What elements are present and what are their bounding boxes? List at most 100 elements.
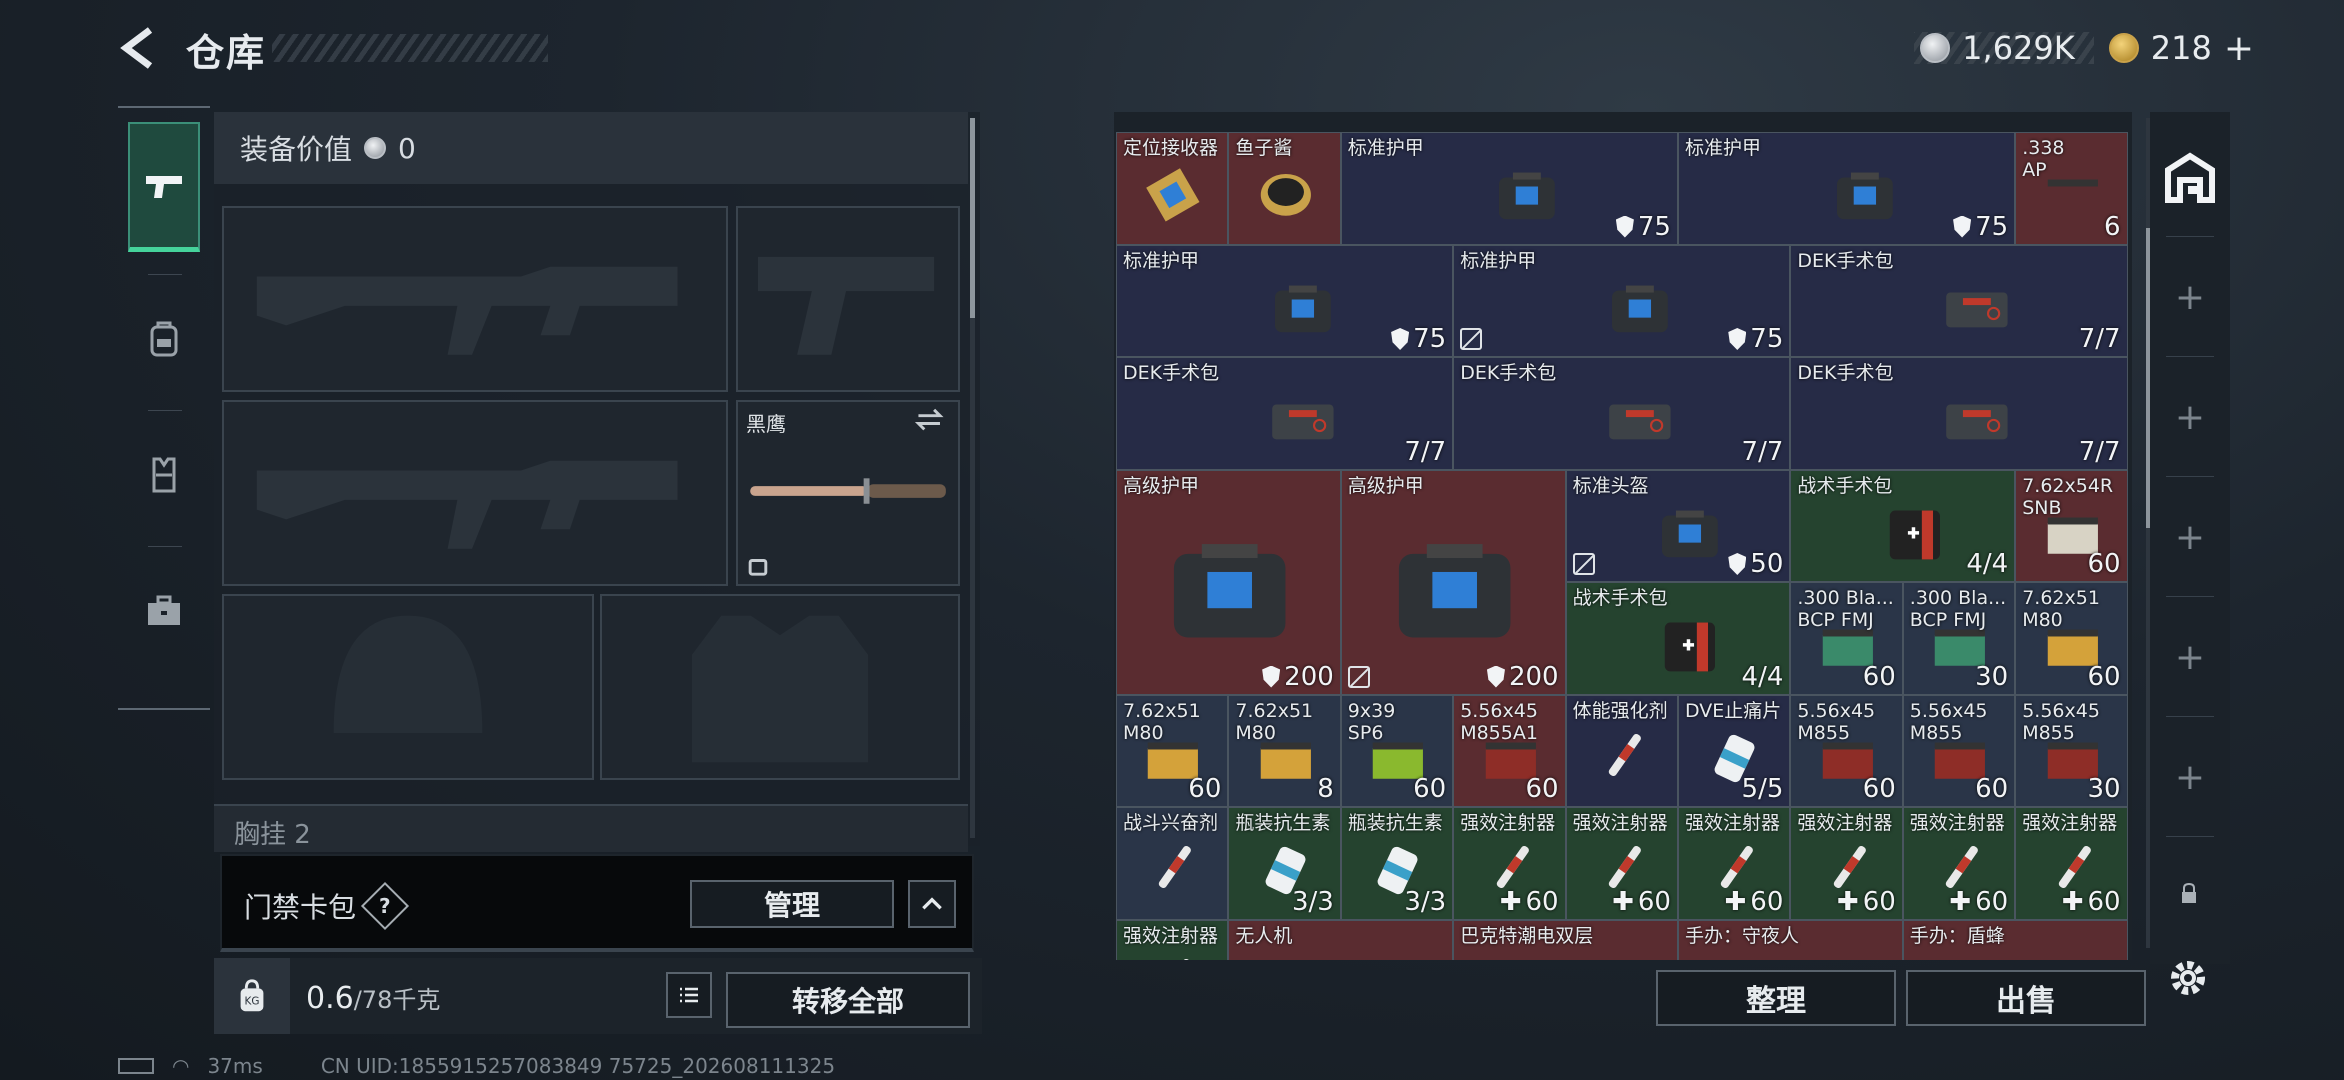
list-icon bbox=[680, 987, 698, 1003]
inventory-item[interactable]: 7.62x51 M80 60 bbox=[2015, 582, 2128, 695]
item-count-value: 75 bbox=[1975, 211, 2009, 242]
inventory-item[interactable]: 5.56x45 M855 60 bbox=[1790, 694, 1903, 807]
inventory-item[interactable]: 强效注射器 ✚ 60 bbox=[2015, 807, 2128, 920]
primary-weapon-slot-1[interactable] bbox=[222, 206, 728, 392]
inventory-item[interactable]: 9x39 SP6 60 bbox=[1340, 694, 1454, 807]
inventory-item[interactable]: 瓶装抗生素 3/3 bbox=[1228, 807, 1341, 920]
injector-icon bbox=[1159, 846, 1192, 889]
inventory-item[interactable]: 标准头盔 50 bbox=[1565, 469, 1791, 582]
inventory-item[interactable]: 5.56x45 M855 30 bbox=[2015, 694, 2128, 807]
back-arrow-icon[interactable] bbox=[118, 26, 162, 70]
inventory-item[interactable]: 7.62x54R SNB 60 bbox=[2015, 469, 2128, 582]
inventory-item[interactable]: .300 Bla... BCP FMJ 60 bbox=[1790, 582, 1903, 695]
inventory-item[interactable]: .338 AP 6 bbox=[2015, 132, 2128, 245]
item-name: DEK手术包 bbox=[1460, 362, 1557, 384]
durability-shield-icon bbox=[1615, 215, 1634, 238]
equipment-scrollbar[interactable] bbox=[970, 118, 975, 838]
item-count: ✚ 60 bbox=[1837, 887, 1896, 917]
armor-slot[interactable] bbox=[600, 594, 960, 780]
inventory-item[interactable]: 7.62x51 M80 8 bbox=[1228, 694, 1341, 807]
manage-button[interactable]: 管理 bbox=[690, 880, 894, 928]
health-plus-icon: ✚ bbox=[1949, 886, 1972, 917]
inventory-item[interactable]: 7.62x51 M80 60 bbox=[1116, 694, 1229, 807]
inventory-item[interactable]: 强效注射器 ✚ 60 bbox=[1565, 807, 1678, 920]
item-count-value: 60 bbox=[1862, 661, 1896, 692]
add-page-icon[interactable]: + bbox=[2172, 520, 2208, 556]
add-page-icon[interactable]: + bbox=[2172, 640, 2208, 676]
inventory-item[interactable]: 标准护甲 75 bbox=[1116, 244, 1454, 357]
inventory-item[interactable]: 标准护甲 75 bbox=[1453, 244, 1791, 357]
inventory-item[interactable]: 强效注射器 ✚ 60 bbox=[1790, 807, 1903, 920]
inventory-item[interactable]: 巴克特潮电双层 bbox=[1453, 919, 1678, 960]
user-uid: CN UID:1855915257083849 75725_2026081113… bbox=[320, 1054, 836, 1078]
inventory-item[interactable]: 5.56x45 M855 60 bbox=[1902, 694, 2016, 807]
inventory-item[interactable]: 战斗兴奋剂 bbox=[1116, 807, 1229, 920]
pistol-slot[interactable] bbox=[736, 206, 960, 392]
inventory-item[interactable]: 强效注射器 ✚ 60 bbox=[1902, 807, 2016, 920]
inventory-item[interactable]: DEK手术包 7/7 bbox=[1790, 244, 2128, 357]
tab-chest-rig[interactable] bbox=[128, 410, 200, 540]
inventory-item[interactable]: 战术手术包 4/4 bbox=[1565, 582, 1791, 695]
chest-rig-count: 2 bbox=[294, 820, 311, 850]
storage-pages-sidebar: + + + + + bbox=[2150, 112, 2230, 964]
tab-backpack[interactable] bbox=[128, 274, 200, 404]
melee-slot[interactable]: 黑鹰 bbox=[736, 400, 960, 586]
divider bbox=[2166, 716, 2214, 717]
chest-rig-slot[interactable]: 胸挂 2 bbox=[214, 804, 968, 852]
add-page-icon[interactable]: + bbox=[2172, 280, 2208, 316]
inventory-item[interactable]: 5.56x45 M855A1 60 bbox=[1453, 694, 1566, 807]
inventory-item[interactable]: 体能强化剂 bbox=[1565, 694, 1678, 807]
add-page-icon[interactable]: + bbox=[2172, 400, 2208, 436]
inventory-item[interactable]: 标准护甲 75 bbox=[1678, 132, 2016, 245]
collapse-button[interactable] bbox=[908, 880, 956, 928]
add-page-icon[interactable]: + bbox=[2172, 760, 2208, 796]
inventory-item[interactable]: 标准护甲 75 bbox=[1340, 132, 1678, 245]
item-name: 9x39 SP6 bbox=[1347, 699, 1396, 744]
add-gold-button[interactable]: + bbox=[2224, 28, 2254, 69]
item-count: 8 bbox=[1317, 774, 1334, 804]
inventory-item[interactable]: 无人机 bbox=[1228, 919, 1454, 960]
health-plus-icon: ✚ bbox=[1836, 886, 1859, 917]
inventory-item[interactable]: 定位接收器 bbox=[1116, 132, 1229, 245]
tab-case[interactable] bbox=[128, 546, 200, 676]
inventory-item[interactable]: 强效注射器 bbox=[1116, 919, 1229, 960]
item-count-value: 60 bbox=[1750, 886, 1784, 917]
inventory-item[interactable]: DEK手术包 7/7 bbox=[1453, 357, 1791, 470]
help-icon[interactable]: ? bbox=[360, 881, 410, 931]
inventory-item[interactable]: 瓶装抗生素 3/3 bbox=[1340, 807, 1454, 920]
primary-weapon-slot-2[interactable] bbox=[222, 400, 728, 586]
item-count-value: 3/3 bbox=[1404, 886, 1447, 917]
inventory-item[interactable]: DEK手术包 7/7 bbox=[1790, 357, 2128, 470]
inventory-item[interactable]: 强效注射器 ✚ 60 bbox=[1453, 807, 1566, 920]
inventory-item[interactable]: DVE止痛片 5/5 bbox=[1678, 694, 1791, 807]
item-count-value: 30 bbox=[2087, 774, 2121, 804]
transfer-all-button[interactable]: 转移全部 bbox=[726, 972, 970, 1028]
item-name: 战术手术包 bbox=[1797, 474, 1893, 497]
inventory-item[interactable]: 强效注射器 ✚ 60 bbox=[1678, 807, 1791, 920]
armor-bag-icon bbox=[1173, 544, 1286, 638]
item-count: ✚ 60 bbox=[1725, 887, 1784, 917]
medkit-icon bbox=[1946, 404, 2008, 440]
sort-button[interactable]: 整理 bbox=[1656, 970, 1896, 1026]
item-count-value: 7/7 bbox=[1404, 436, 1447, 467]
list-view-button[interactable] bbox=[666, 972, 712, 1018]
inventory-item[interactable]: 手办：盾蜂 bbox=[1902, 919, 2128, 960]
inventory-item[interactable]: 高级护甲 200 bbox=[1116, 469, 1341, 695]
weight-bar: KG 0.6/78千克 转移全部 bbox=[214, 958, 982, 1034]
sell-button[interactable]: 出售 bbox=[1906, 970, 2146, 1026]
settings-gear-icon[interactable] bbox=[2166, 956, 2210, 1000]
item-count-value: 60 bbox=[1862, 886, 1896, 917]
item-name: 战术手术包 bbox=[1572, 587, 1668, 609]
inventory-item[interactable]: 战术手术包 4/4 bbox=[1790, 469, 2016, 582]
inventory-item[interactable]: 鱼子酱 bbox=[1228, 132, 1341, 245]
inventory-item[interactable]: .300 Bla... BCP FMJ 30 bbox=[1902, 582, 2016, 695]
keycard-label-group: 门禁卡包 ? bbox=[244, 881, 410, 931]
item-name: 强效注射器 bbox=[1572, 812, 1668, 834]
inventory-item[interactable]: 高级护甲 200 bbox=[1340, 469, 1566, 695]
helmet-slot[interactable] bbox=[222, 594, 594, 780]
storage-page-1[interactable] bbox=[2158, 146, 2222, 210]
tab-weapons[interactable] bbox=[128, 122, 200, 252]
inventory-item[interactable]: 手办：守夜人 bbox=[1678, 919, 1903, 960]
inventory-item[interactable]: DEK手术包 7/7 bbox=[1116, 357, 1454, 470]
no-insurance-icon bbox=[1460, 328, 1483, 350]
